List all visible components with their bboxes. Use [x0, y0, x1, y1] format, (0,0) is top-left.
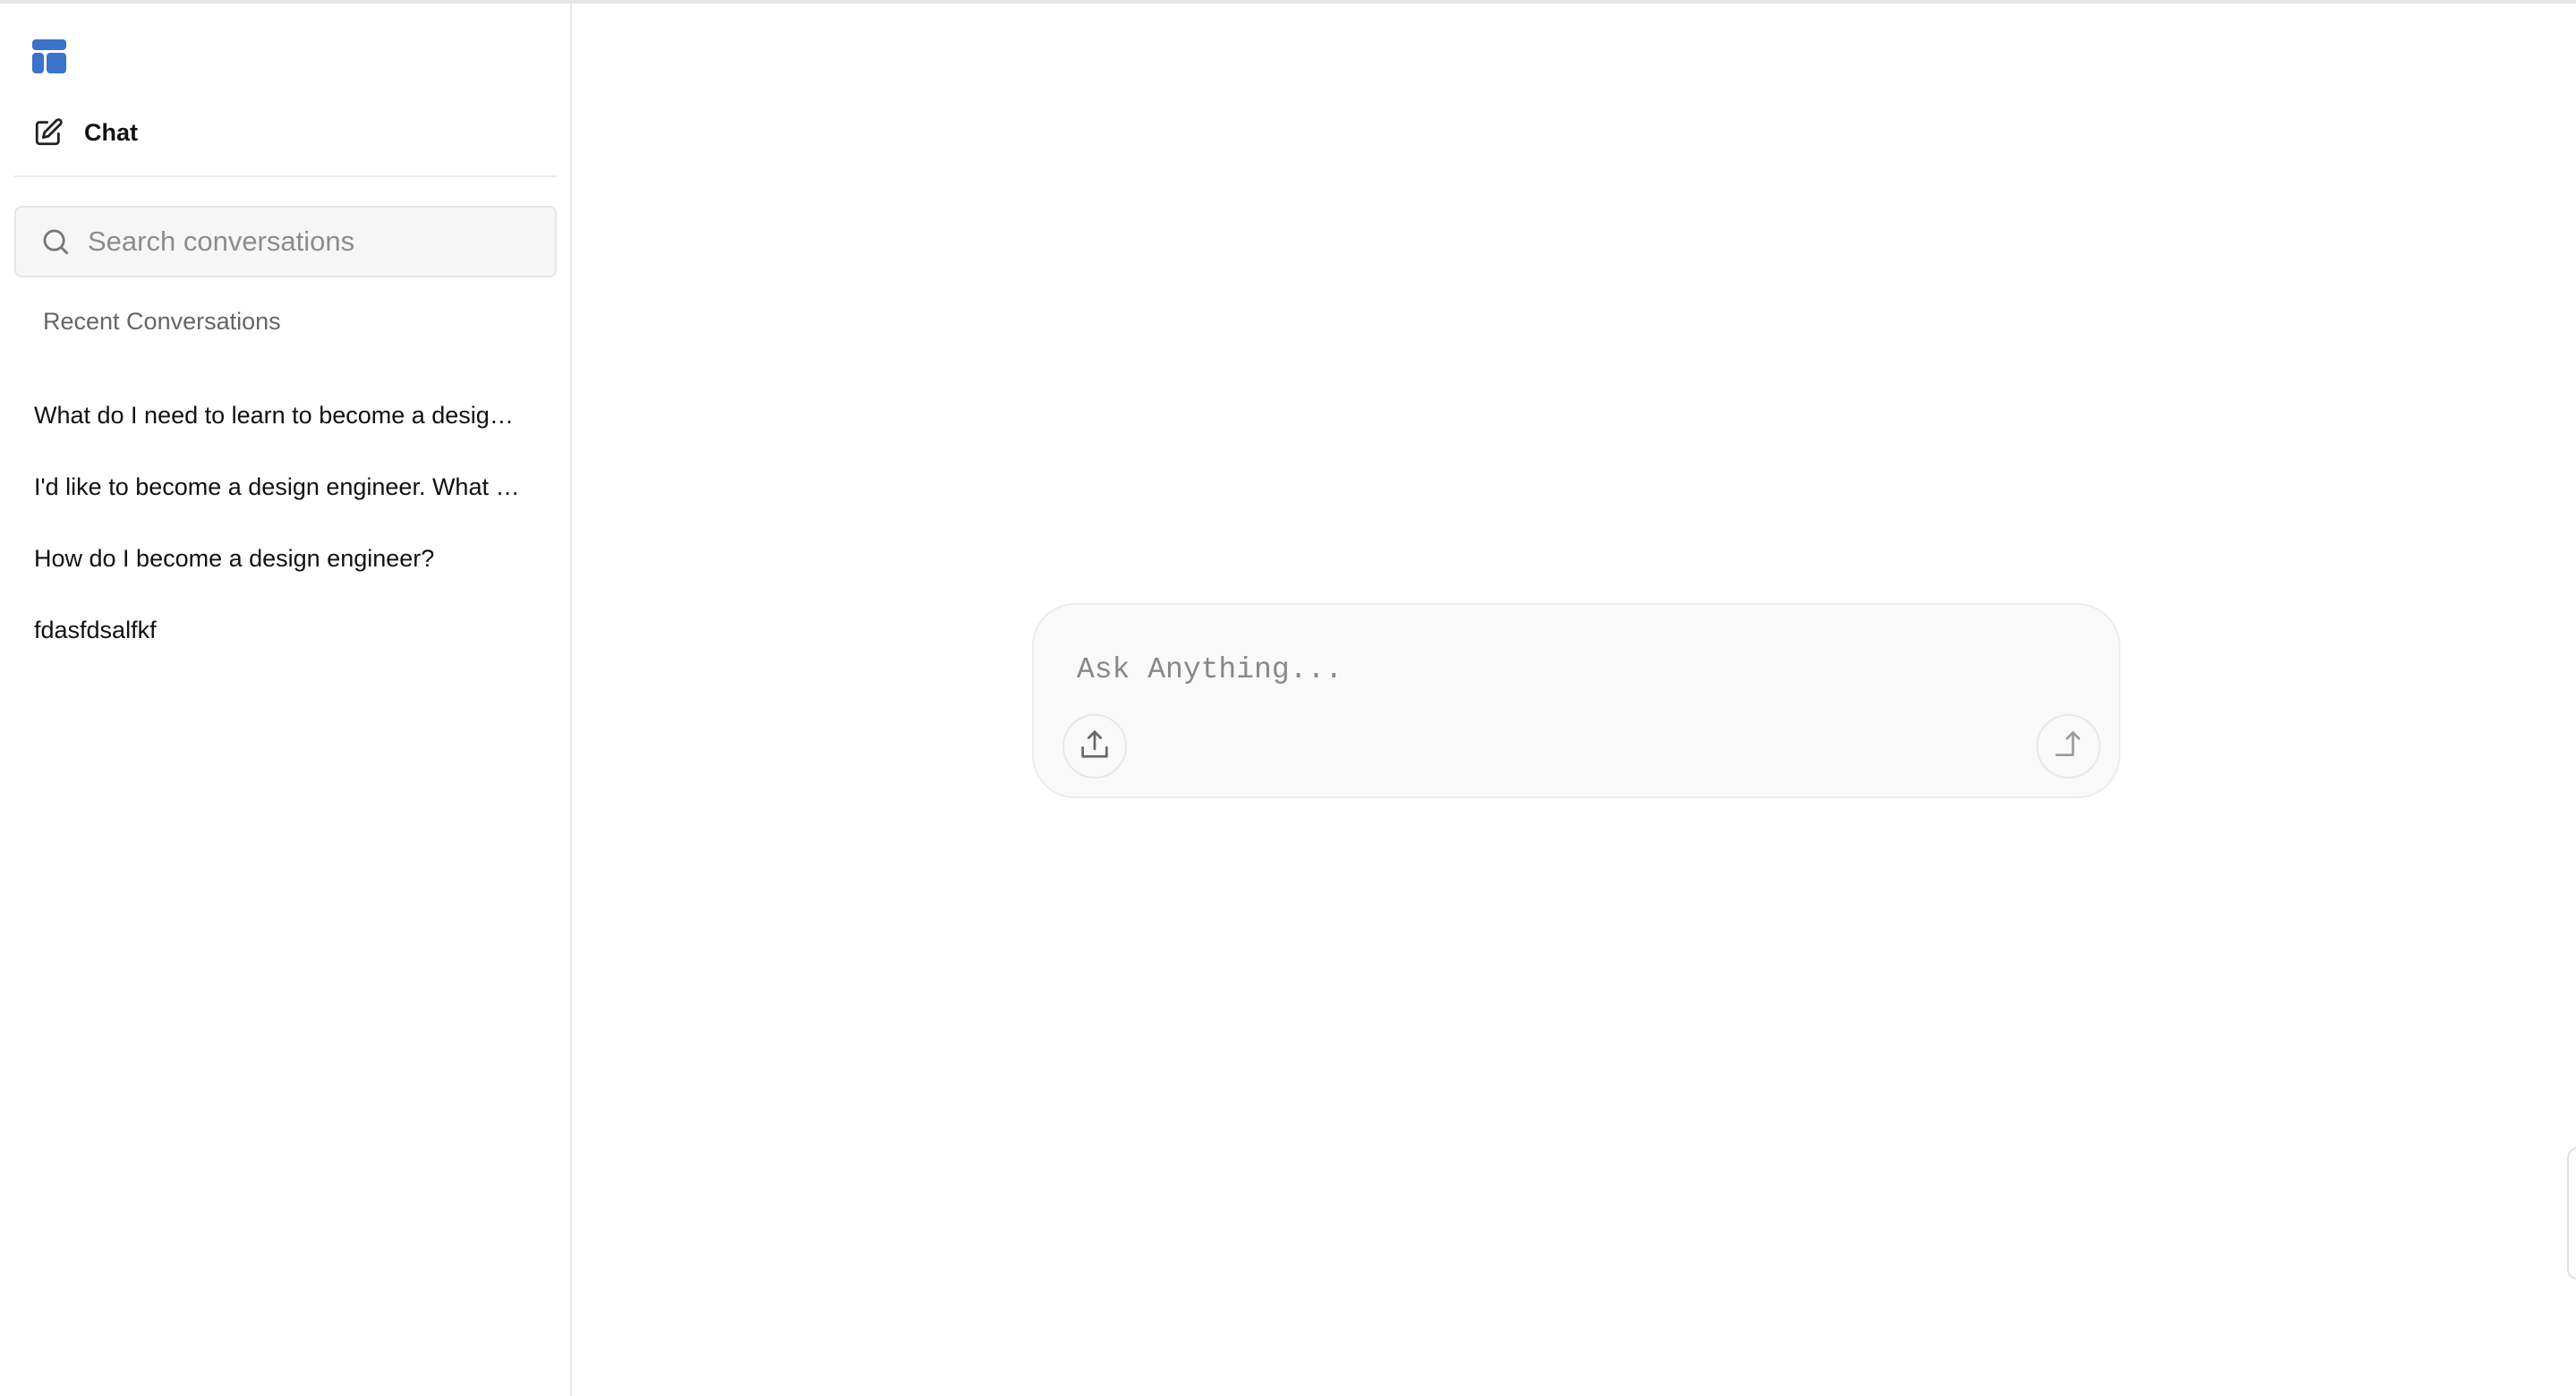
conversation-list: What do I need to learn to become a desi…: [0, 379, 570, 666]
upload-button[interactable]: [1062, 714, 1127, 779]
conversation-title: What do I need to learn to become a desi…: [34, 401, 514, 429]
conversation-item[interactable]: What do I need to learn to become a desi…: [0, 379, 570, 451]
sidebar: Chat Recent Conversations What do I need…: [0, 4, 572, 1396]
search-input[interactable]: [86, 225, 533, 259]
new-chat-label: Chat: [84, 118, 138, 146]
conversation-item[interactable]: fdasfdsalfkf: [0, 594, 570, 666]
message-composer: [1032, 603, 2120, 798]
conversation-title: How do I become a design engineer?: [34, 544, 435, 572]
search-box[interactable]: [14, 206, 557, 277]
conversation-item[interactable]: I'd like to become a design engineer. Wh…: [0, 451, 570, 523]
send-arrow-icon: [2051, 727, 2086, 767]
new-chat-button[interactable]: Chat: [32, 113, 138, 152]
conversation-title: I'd like to become a design engineer. Wh…: [34, 472, 520, 500]
search-icon: [39, 226, 72, 258]
upload-icon: [1077, 727, 1113, 767]
message-input[interactable]: [1075, 651, 2060, 696]
conversation-title: fdasfdsalfkf: [34, 616, 157, 643]
conversation-item[interactable]: How do I become a design engineer?: [0, 523, 570, 594]
send-button[interactable]: [2036, 714, 2101, 779]
recent-conversations-heading: Recent Conversations: [43, 308, 281, 335]
edit-square-icon: [32, 116, 64, 149]
sidebar-divider: [14, 175, 557, 177]
main-panel: [574, 4, 2576, 1396]
side-panel-handle[interactable]: [2567, 1147, 2576, 1280]
dashboard-grid-icon[interactable]: [32, 39, 66, 73]
